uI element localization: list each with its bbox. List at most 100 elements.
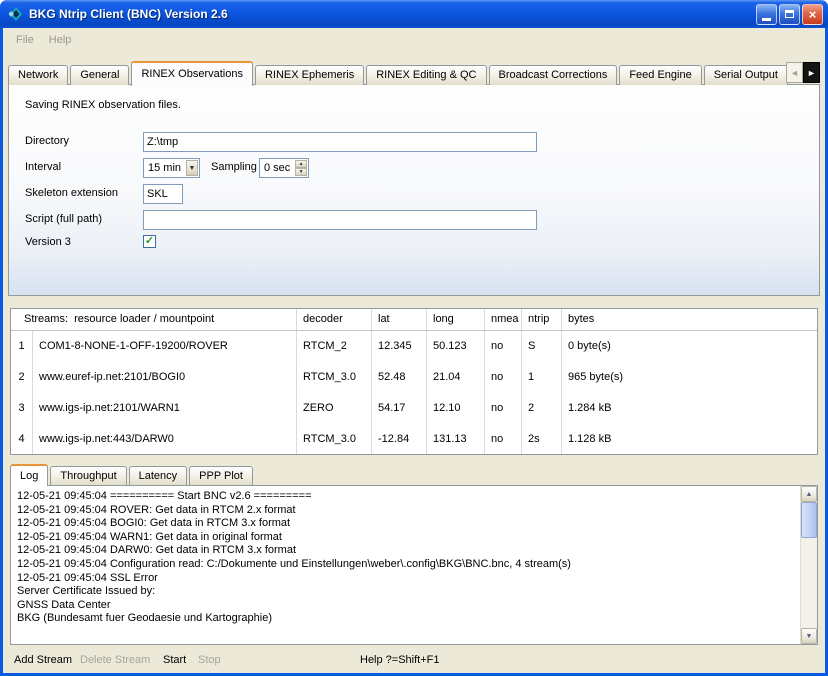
log-text: 12-05-21 09:45:04 ========== Start BNC v… (11, 486, 800, 644)
tab-feed-engine[interactable]: Feed Engine (619, 65, 701, 85)
directory-input[interactable] (143, 132, 537, 152)
sampling-value: 0 sec (260, 159, 294, 177)
interval-dropdown[interactable]: 15 min ▼ (143, 158, 200, 178)
chevron-left-icon: ◄ (790, 68, 799, 78)
cell-bytes: 0 byte(s) (562, 331, 817, 362)
interval-label: Interval (25, 161, 61, 173)
table-row[interactable]: 1 COM1-8-NONE-1-OFF-19200/ROVER RTCM_2 1… (11, 331, 817, 362)
start-button[interactable]: Start (163, 648, 186, 673)
cell-lat: 54.17 (372, 393, 427, 424)
tab-rinex-editing-qc[interactable]: RINEX Editing & QC (366, 65, 486, 85)
tab-scroll-right-button[interactable]: ► (803, 62, 820, 83)
page-description: Saving RINEX observation files. (25, 99, 181, 111)
cell-decoder: RTCM_2 (297, 331, 372, 362)
log-line: 12-05-21 09:45:04 BOGI0: Get data in RTC… (17, 517, 798, 531)
spin-up-button[interactable]: ▲ (295, 160, 307, 168)
scrollbar-thumb[interactable] (801, 502, 817, 538)
skeleton-extension-label: Skeleton extension (25, 187, 118, 199)
tab-scrollers: ◄ ► (786, 62, 820, 83)
row-number: 3 (11, 393, 33, 424)
version3-checkbox[interactable]: ✓ (143, 235, 156, 248)
version3-label: Version 3 (25, 236, 71, 248)
menu-file[interactable]: File (10, 28, 40, 52)
interval-value: 15 min (144, 162, 185, 174)
cell-nmea: no (485, 393, 522, 424)
tab-general[interactable]: General (70, 65, 129, 85)
add-stream-button[interactable]: Add Stream (14, 648, 72, 673)
script-path-input[interactable] (143, 210, 537, 230)
stop-button[interactable]: Stop (198, 648, 221, 673)
cell-bytes: 1.128 kB (562, 424, 817, 455)
table-row[interactable]: 3 www.igs-ip.net:2101/WARN1 ZERO 54.17 1… (11, 393, 817, 424)
cell-ntrip: 1 (522, 362, 562, 393)
tab-network[interactable]: Network (8, 65, 68, 85)
tab-latency[interactable]: Latency (129, 466, 188, 485)
log-line: 12-05-21 09:45:04 ========== Start BNC v… (17, 490, 798, 504)
app-icon[interactable] (7, 5, 25, 23)
app-window: BKG Ntrip Client (BNC) Version 2.6 × Fil… (0, 0, 828, 676)
spin-down-icon: ▼ (299, 169, 304, 175)
tab-rinex-ephemeris[interactable]: RINEX Ephemeris (255, 65, 364, 85)
menu-help[interactable]: Help (43, 28, 78, 52)
check-icon: ✓ (145, 236, 154, 247)
chevron-right-icon: ► (807, 68, 816, 78)
spin-down-button[interactable]: ▼ (295, 168, 307, 176)
table-row[interactable]: 2 www.euref-ip.net:2101/BOGI0 RTCM_3.0 5… (11, 362, 817, 393)
cell-long: 50.123 (427, 331, 485, 362)
close-icon: × (809, 7, 817, 22)
menu-bar: File Help (3, 28, 825, 52)
tab-rinex-observations[interactable]: RINEX Observations (131, 61, 252, 86)
cell-long: 21.04 (427, 362, 485, 393)
close-button[interactable]: × (802, 4, 823, 25)
directory-label: Directory (25, 135, 69, 147)
spin-up-icon: ▲ (299, 161, 304, 167)
interval-dropdown-button[interactable]: ▼ (186, 160, 198, 176)
cell-nmea: no (485, 424, 522, 455)
minimize-button[interactable] (756, 4, 777, 25)
scroll-up-button[interactable]: ▲ (801, 486, 817, 502)
header-bytes: bytes (562, 309, 817, 330)
log-line: 12-05-21 09:45:04 WARN1: Get data in ori… (17, 531, 798, 545)
tab-throughput[interactable]: Throughput (50, 466, 126, 485)
log-scrollbar[interactable]: ▲ ▼ (800, 486, 817, 644)
log-line: 12-05-21 09:45:04 ROVER: Get data in RTC… (17, 504, 798, 518)
cell-ntrip: 2 (522, 393, 562, 424)
table-row[interactable]: 4 www.igs-ip.net:443/DARW0 RTCM_3.0 -12.… (11, 424, 817, 455)
cell-mountpoint: www.igs-ip.net:2101/WARN1 (33, 393, 297, 424)
log-line: Server Certificate Issued by: (17, 585, 798, 599)
scroll-down-button[interactable]: ▼ (801, 628, 817, 644)
cell-bytes: 965 byte(s) (562, 362, 817, 393)
help-shortcut-label: Help ?=Shift+F1 (360, 648, 440, 673)
tab-broadcast-corrections[interactable]: Broadcast Corrections (489, 65, 618, 85)
cell-mountpoint: www.euref-ip.net:2101/BOGI0 (33, 362, 297, 393)
header-long: long (427, 309, 485, 330)
cell-decoder: RTCM_3.0 (297, 362, 372, 393)
cell-nmea: no (485, 362, 522, 393)
cell-bytes: 1.284 kB (562, 393, 817, 424)
tab-ppp-plot[interactable]: PPP Plot (189, 466, 253, 485)
header-ntrip: ntrip (522, 309, 562, 330)
sampling-spinbox[interactable]: 0 sec ▲ ▼ (259, 158, 309, 178)
maximize-icon (785, 10, 794, 18)
scrollbar-track[interactable] (801, 502, 817, 628)
tab-log[interactable]: Log (10, 464, 48, 486)
tab-serial-output[interactable]: Serial Output (704, 65, 788, 85)
delete-stream-button[interactable]: Delete Stream (80, 648, 150, 673)
skeleton-extension-input[interactable] (143, 184, 183, 204)
cell-lat: 52.48 (372, 362, 427, 393)
header-mountpoint: Streams: resource loader / mountpoint (11, 309, 297, 330)
maximize-button[interactable] (779, 4, 800, 25)
cell-lat: -12.84 (372, 424, 427, 455)
log-line: 12-05-21 09:45:04 Configuration read: C:… (17, 558, 798, 572)
tab-scroll-left-button[interactable]: ◄ (786, 62, 803, 83)
log-line: 12-05-21 09:45:04 DARW0: Get data in RTC… (17, 544, 798, 558)
cell-nmea: no (485, 331, 522, 362)
row-number: 1 (11, 331, 33, 362)
cell-decoder: ZERO (297, 393, 372, 424)
row-number: 2 (11, 362, 33, 393)
streams-table: Streams: resource loader / mountpoint de… (10, 308, 818, 455)
window-controls: × (756, 4, 823, 25)
client-area: File Help Network General RINEX Observat… (3, 28, 825, 673)
sampling-label: Sampling (211, 161, 257, 173)
script-path-label: Script (full path) (25, 213, 102, 225)
